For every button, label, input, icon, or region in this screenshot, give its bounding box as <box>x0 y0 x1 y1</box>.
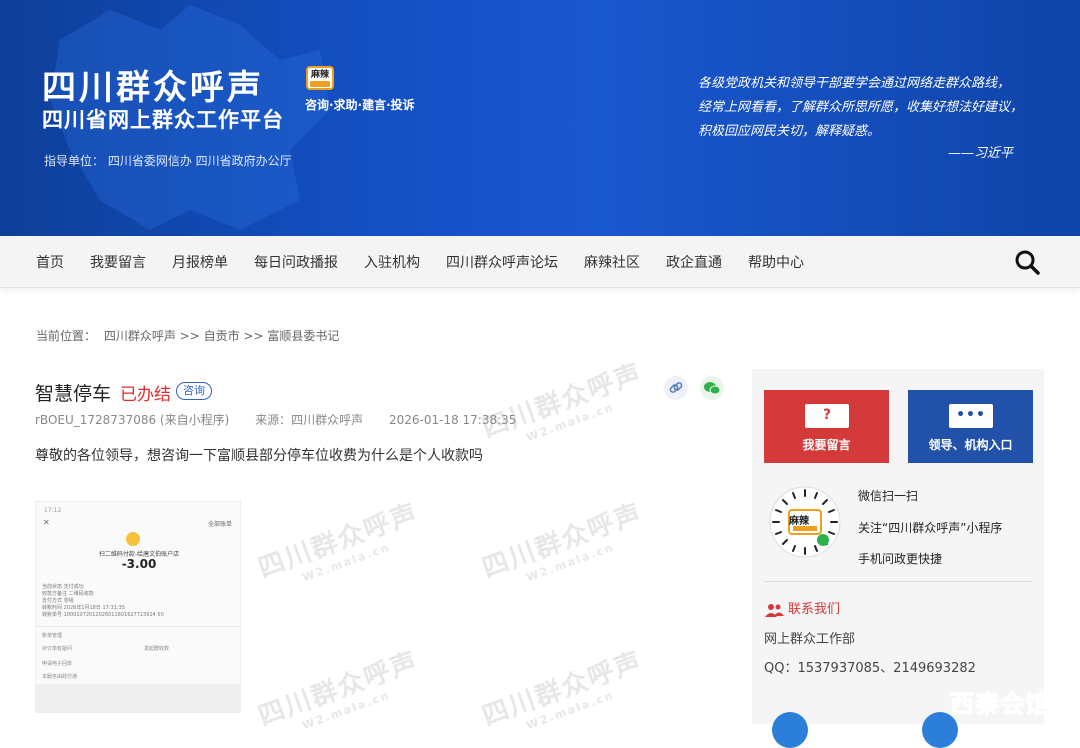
site-title[interactable]: 四川群众呼声 <box>42 60 264 109</box>
divider <box>764 581 1032 582</box>
qr-text-follow: 关注“四川群众呼声”小程序 <box>858 521 1003 535</box>
link-icon <box>669 382 683 393</box>
nav-item-home[interactable]: 首页 <box>36 252 64 272</box>
question-icon: ? <box>805 404 849 428</box>
post-meta: rBOEU_1728737086 (来自小程序) 来源：四川群众呼声 2026-… <box>35 411 538 428</box>
source-watermark: 西秦会馆 <box>950 690 1050 719</box>
main-nav: 首页 我要留言 月报榜单 每日问政播报 入驻机构 四川群众呼声论坛 麻辣社区 政… <box>0 236 1080 288</box>
site-tagline: 咨询·求助·建言·投诉 <box>305 98 415 112</box>
status-badge: 已办结 <box>120 385 171 405</box>
nav-item-mala-community[interactable]: 麻辣社区 <box>584 252 640 272</box>
post-title: 智慧停车 <box>35 383 112 405</box>
attached-receipt-image[interactable]: 17:12 ✕ 全部账单 扫二维码付款-给唐文伯账户店 -3.00 当前状态 支… <box>35 501 241 713</box>
wechat-icon <box>704 382 721 395</box>
receipt-details: 当前状态 支付成功 收款方备注 二维码收款 支付方式 零钱 转账时间 2026年… <box>42 584 164 618</box>
qr-text-scan: 微信扫一扫 <box>858 489 919 503</box>
nav-item-enterprise[interactable]: 政企直通 <box>666 252 722 272</box>
header-banner: 四川群众呼声 麻辣 四川省网上群众工作平台 咨询·求助·建言·投诉 指导单位： … <box>0 0 1080 236</box>
watermark: 四川群众呼声 W2.mala.cn <box>254 498 423 585</box>
breadcrumb-path[interactable]: 四川群众呼声 >> 自贡市 >> 富顺县委书记 <box>104 329 339 343</box>
leave-message-button[interactable]: ? 我要留言 <box>764 390 889 463</box>
guide-units: 指导单位： 四川省委网信办 四川省政府办公厅 <box>44 154 292 168</box>
share-wechat-button[interactable] <box>700 376 724 400</box>
qr-logo-text: 麻辣 <box>789 516 809 527</box>
quote-author: ——习近平 <box>948 146 1014 161</box>
nav-item-forum[interactable]: 四川群众呼声论坛 <box>446 252 558 272</box>
contact-title: 联系我们 <box>764 598 840 617</box>
sidebar: ? 我要留言 ••• 领导、机构入口 麻辣 微信扫一扫 关注“四川群众呼声”小程… <box>752 369 1044 724</box>
mala-logo: 麻辣 <box>306 66 334 90</box>
contact-department: 网上群众工作部 <box>764 632 856 647</box>
coin-icon <box>126 532 140 546</box>
people-icon <box>765 603 784 617</box>
bottom-icon[interactable] <box>772 712 808 748</box>
breadcrumb: 当前位置： 四川群众呼声 >> 自贡市 >> 富顺县委书记 <box>36 327 343 344</box>
nav-item-help[interactable]: 帮助中心 <box>748 252 804 272</box>
site-subtitle: 四川省网上群众工作平台 <box>42 108 284 132</box>
receipt-amount: -3.00 <box>121 557 157 571</box>
post-source: 来源：四川群众呼声 <box>255 413 364 427</box>
qr-text-faster: 手机问政更快捷 <box>858 552 943 566</box>
nav-item-institutions[interactable]: 入驻机构 <box>364 252 420 272</box>
search-icon[interactable] <box>1014 249 1040 275</box>
nav-item-leave-message[interactable]: 我要留言 <box>90 252 146 272</box>
contact-qq: QQ：1537937085、2149693282 <box>764 661 976 676</box>
breadcrumb-label: 当前位置： <box>36 329 97 343</box>
leader-entry-button[interactable]: ••• 领导、机构入口 <box>908 390 1033 463</box>
chat-icon: ••• <box>949 404 993 428</box>
nav-item-monthly-ranking[interactable]: 月报榜单 <box>172 252 228 272</box>
leader-quote: 各级党政机关和领导干部要学会通过网络走群众路线， 经常上网看看，了解群众所思所愿… <box>698 76 1024 139</box>
post-id: rBOEU_1728737086 (来自小程序) <box>35 413 230 427</box>
post-time: 2026-01-18 17:38:35 <box>388 413 517 427</box>
type-badge: 咨询 <box>176 382 212 400</box>
share-link-button[interactable] <box>664 376 688 400</box>
watermark: 四川群众呼声 W2.mala.cn <box>478 646 647 733</box>
watermark: 四川群众呼声 W2.mala.cn <box>254 646 423 733</box>
close-icon: ✕ <box>43 518 50 527</box>
watermark: 四川群众呼声 W2.mala.cn <box>478 498 647 585</box>
post-body: 尊敬的各位领导，想咨询一下富顺县部分停车位收费为什么是个人收款吗 <box>35 448 483 464</box>
watermark: 四川群众呼声 W2.mala.cn <box>478 358 647 445</box>
nav-item-daily-broadcast[interactable]: 每日问政播报 <box>254 252 338 272</box>
